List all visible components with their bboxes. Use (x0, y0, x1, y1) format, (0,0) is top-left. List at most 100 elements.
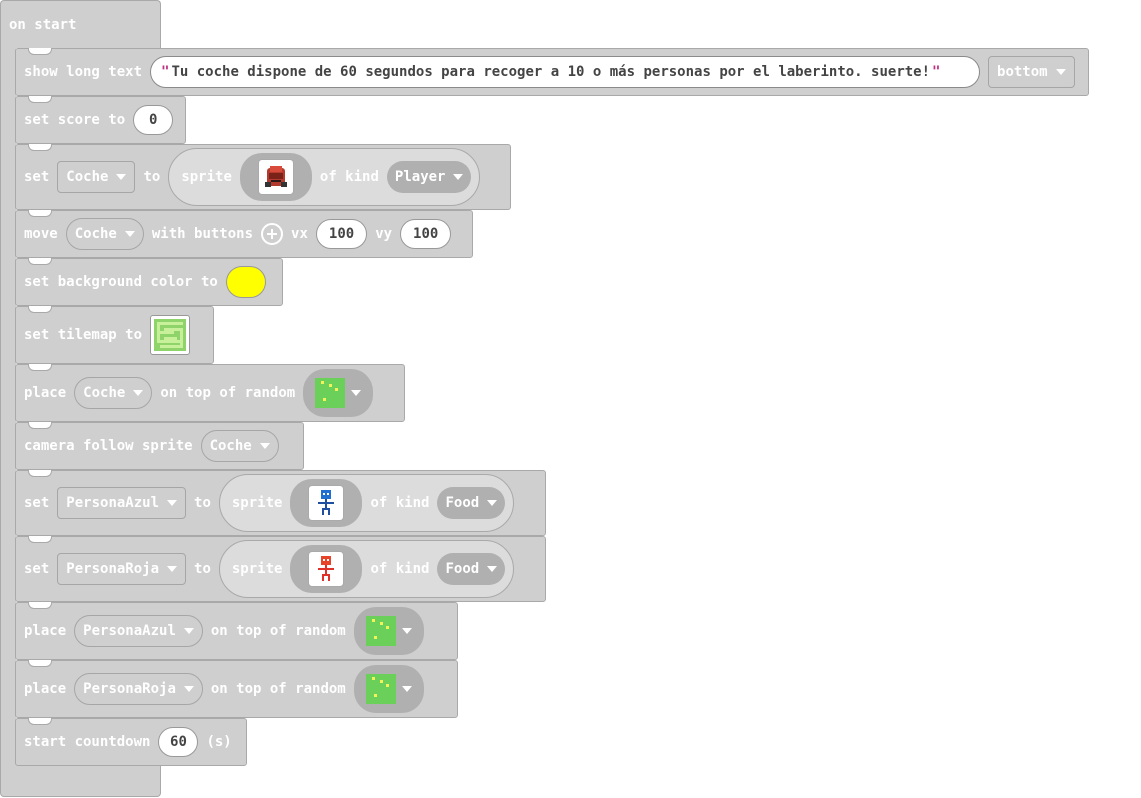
sprite-label: sprite (231, 561, 283, 577)
seconds-unit-label: (s) (206, 734, 232, 750)
chevron-down-icon (453, 174, 464, 180)
set-label: set (24, 495, 50, 511)
set-coche-sprite-block[interactable]: set Coche to sprite of kind Player (15, 144, 511, 210)
score-value-input[interactable]: 0 (133, 105, 174, 135)
quote-close: " (932, 64, 941, 80)
sprite-create-block[interactable]: sprite of kind Player (168, 148, 481, 206)
to-label: to (194, 561, 211, 577)
place-personaazul-block[interactable]: place PersonaAzul on top of random (15, 602, 458, 660)
set-label: set (24, 561, 50, 577)
on-start-label: on start (9, 17, 77, 33)
place-coche-block[interactable]: place Coche on top of random (15, 364, 405, 422)
variable-dropdown-personaroja[interactable]: PersonaRoja (74, 673, 203, 705)
variable-dropdown-coche[interactable]: Coche (200, 430, 279, 462)
long-text-input[interactable]: " Tu coche dispone de 60 segundos para r… (150, 56, 981, 88)
sprite-image-picker[interactable] (239, 153, 312, 201)
place-personaroja-block[interactable]: place PersonaRoja on top of random (15, 660, 458, 718)
vy-label: vy (375, 226, 393, 242)
chevron-down-icon (487, 566, 498, 572)
set-background-color-block[interactable]: set background color to (15, 258, 283, 306)
chevron-down-icon (1055, 69, 1066, 75)
variable-dropdown-coche[interactable]: Coche (65, 218, 144, 250)
show-long-text-block[interactable]: show long text " Tu coche dispone de 60 … (15, 48, 1089, 96)
blue-person-icon (318, 490, 335, 515)
variable-dropdown-personaazul[interactable]: PersonaAzul (74, 615, 203, 647)
expand-plus-icon[interactable] (261, 223, 284, 245)
start-countdown-label: start countdown (24, 734, 151, 750)
chevron-down-icon (183, 686, 194, 692)
chevron-down-icon (259, 443, 270, 449)
chevron-down-icon (167, 500, 178, 506)
set-personaazul-sprite-block[interactable]: set PersonaAzul to sprite of kind Food (15, 470, 546, 536)
start-countdown-block[interactable]: start countdown 60 (s) (15, 718, 247, 766)
grass-tile-icon (365, 674, 396, 704)
move-label: move (24, 226, 58, 242)
of-kind-label: of kind (370, 561, 430, 577)
place-label: place (24, 681, 67, 697)
long-text-value: Tu coche dispone de 60 segundos para rec… (171, 64, 931, 80)
red-person-icon (318, 556, 335, 581)
place-label: place (24, 385, 67, 401)
variable-name: Coche (66, 169, 109, 185)
chevron-down-icon (167, 566, 178, 572)
sprite-create-block[interactable]: sprite of kind Food (218, 474, 515, 532)
red-car-icon (264, 166, 287, 187)
of-kind-label: of kind (319, 169, 379, 185)
grass-tile-icon (315, 378, 346, 408)
kind-dropdown-food[interactable]: Food (437, 487, 506, 519)
variable-name: Coche (74, 226, 117, 242)
maze-tilemap-icon (154, 319, 187, 351)
grass-tile-icon (365, 616, 396, 646)
variable-name: Coche (209, 438, 252, 454)
variable-dropdown-personaazul[interactable]: PersonaAzul (57, 487, 187, 519)
to-label: to (194, 495, 211, 511)
tile-picker[interactable] (353, 607, 424, 655)
countdown-value-input[interactable]: 60 (158, 727, 199, 757)
variable-name: PersonaAzul (83, 623, 176, 639)
on-start-event-block[interactable]: on start (0, 0, 161, 48)
on-top-of-random-label: on top of random (210, 623, 346, 639)
variable-dropdown-coche[interactable]: Coche (74, 377, 153, 409)
color-swatch-picker[interactable] (225, 266, 266, 298)
chevron-down-icon (183, 628, 194, 634)
vx-label: vx (291, 226, 308, 242)
event-body-bar (0, 46, 16, 766)
camera-follow-sprite-block[interactable]: camera follow sprite Coche (15, 422, 304, 470)
tile-picker[interactable] (303, 369, 374, 417)
kind-value: Food (445, 495, 480, 511)
of-kind-label: of kind (370, 495, 430, 511)
kind-value: Food (445, 561, 480, 577)
variable-dropdown-personaroja[interactable]: PersonaRoja (57, 553, 187, 585)
kind-value: Player (394, 169, 446, 185)
text-position-value: bottom (997, 64, 1048, 80)
set-tilemap-label: set tilemap to (24, 327, 143, 343)
sprite-label: sprite (231, 495, 283, 511)
kind-dropdown-player[interactable]: Player (386, 161, 472, 193)
chevron-down-icon (116, 174, 127, 180)
variable-dropdown-coche[interactable]: Coche (57, 161, 136, 193)
tilemap-picker[interactable] (150, 315, 191, 355)
set-personaroja-sprite-block[interactable]: set PersonaRoja to sprite of kind Food (15, 536, 546, 602)
vy-input[interactable]: 100 (400, 219, 452, 249)
chevron-down-icon (351, 390, 362, 396)
chevron-down-icon (487, 500, 498, 506)
vx-input[interactable]: 100 (315, 219, 368, 249)
set-score-block[interactable]: set score to 0 (15, 96, 186, 144)
set-background-color-label: set background color to (24, 274, 218, 290)
sprite-image-picker[interactable] (290, 479, 363, 527)
sprite-image-picker[interactable] (290, 545, 363, 593)
kind-dropdown-food[interactable]: Food (437, 553, 506, 585)
chevron-down-icon (401, 686, 412, 692)
sprite-create-block[interactable]: sprite of kind Food (218, 540, 515, 598)
variable-name: PersonaAzul (66, 495, 160, 511)
camera-follow-label: camera follow sprite (24, 438, 193, 454)
tile-picker[interactable] (353, 665, 424, 713)
to-label: to (143, 169, 161, 185)
variable-name: Coche (83, 385, 126, 401)
show-long-text-label: show long text (24, 64, 143, 80)
chevron-down-icon (124, 231, 135, 237)
variable-name: PersonaRoja (66, 561, 160, 577)
text-position-dropdown[interactable]: bottom (988, 56, 1075, 88)
set-tilemap-block[interactable]: set tilemap to (15, 306, 214, 364)
move-with-buttons-block[interactable]: move Coche with buttons vx 100 vy 100 (15, 210, 473, 258)
